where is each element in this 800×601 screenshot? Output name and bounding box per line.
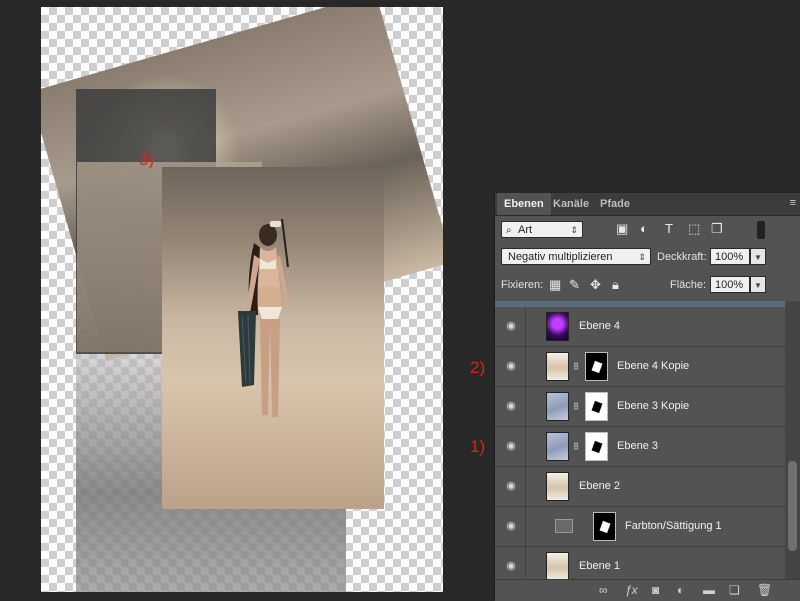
eye-column-divider xyxy=(525,547,526,579)
layers-list[interactable]: ◉ Ebene 4 ◉ ∞ Ebene 4 Kopie ◉ ∞ Ebene 3 Kopie ◉ ∞… xyxy=(495,301,785,579)
eye-icon[interactable]: ◉ xyxy=(503,319,519,333)
layer-name[interactable]: Ebene 4 Kopie xyxy=(617,360,689,372)
lock-label: Fixieren: xyxy=(501,279,544,291)
fill-chevron-down-icon[interactable]: ▼ xyxy=(750,276,766,293)
layer-thumbnail[interactable] xyxy=(546,392,569,421)
lock-transparency-icon[interactable]: ▦ xyxy=(549,277,561,293)
canvas-area[interactable]: 3) 2) 1) xyxy=(0,0,490,600)
layers-panel: Ebenen Kanäle Pfade ≡ ⌕ Art ⇕ ▣ ◐ T ⬚ ❐ … xyxy=(494,193,800,601)
smartobject-filter-icon[interactable]: ❐ xyxy=(711,221,723,237)
opacity-label: Deckkraft: xyxy=(657,251,707,263)
new-adjustment-icon[interactable]: ◐ xyxy=(677,583,684,597)
layer-name[interactable]: Ebene 1 xyxy=(579,560,620,572)
fill-field[interactable]: 100% xyxy=(710,276,750,293)
layer-mask-thumbnail[interactable] xyxy=(585,432,608,461)
fx-icon[interactable]: ƒx xyxy=(625,583,638,597)
link-chain-icon[interactable]: ∞ xyxy=(570,442,582,450)
annotation-3: 3) xyxy=(139,150,155,169)
adjustment-filter-icon[interactable]: ◐ xyxy=(640,221,648,236)
link-chain-icon[interactable]: ∞ xyxy=(570,362,582,370)
eye-column-divider xyxy=(525,467,526,506)
eye-icon[interactable]: ◉ xyxy=(503,359,519,373)
opacity-field[interactable]: 100% xyxy=(710,248,750,265)
layer-name[interactable]: Ebene 4 xyxy=(579,320,620,332)
layer-mask-thumbnail[interactable] xyxy=(585,392,608,421)
eye-icon[interactable]: ◉ xyxy=(503,519,519,533)
layer-row[interactable]: ◉ ∞ Ebene 4 Kopie xyxy=(495,347,785,387)
layers-bottom-bar: ∞ ƒx ◙ ◐ ▬ ❏ 🗑︎ xyxy=(495,579,800,601)
layer-row[interactable]: ◉ Ebene 1 xyxy=(495,547,785,579)
woman-figure xyxy=(238,218,290,417)
shape-filter-icon[interactable]: ⬚ xyxy=(688,221,700,237)
panel-tabs: Ebenen Kanäle Pfade ≡ xyxy=(495,193,800,216)
chevron-updown-icon: ⇕ xyxy=(570,225,578,235)
blend-mode-select[interactable]: Negativ multiplizieren ⇕ xyxy=(501,248,651,265)
filter-kind-select[interactable]: ⌕ Art ⇕ xyxy=(501,221,583,238)
layer-thumbnail[interactable] xyxy=(546,432,569,461)
layer-thumbnail[interactable] xyxy=(546,312,569,341)
layer-row[interactable]: ◉ Ebene 2 xyxy=(495,467,785,507)
link-layers-icon[interactable]: ∞ xyxy=(599,583,608,597)
layer-mask-thumbnail[interactable] xyxy=(585,352,608,381)
mask-shape xyxy=(591,440,603,454)
layer-row[interactable]: ◉ Farbton/Sättigung 1 xyxy=(495,507,785,547)
eye-column-divider xyxy=(525,507,526,546)
layer-row[interactable]: ◉ ∞ Ebene 3 xyxy=(495,427,785,467)
annotation-1: 1) xyxy=(470,437,486,456)
layer-row[interactable]: ◉ ∞ Ebene 3 Kopie xyxy=(495,387,785,427)
document-canvas[interactable] xyxy=(41,7,443,592)
new-group-icon[interactable]: ▬ xyxy=(703,583,715,597)
layers-scrollbar[interactable] xyxy=(785,301,800,579)
lock-move-icon[interactable]: ✥ xyxy=(590,277,601,293)
tab-pfade[interactable]: Pfade xyxy=(593,193,637,215)
blend-mode-value: Negativ multiplizieren xyxy=(508,251,613,263)
tab-ebenen[interactable]: Ebenen xyxy=(497,193,551,215)
filter-kind-value: Art xyxy=(518,224,533,236)
layer-name[interactable]: Ebene 3 xyxy=(617,440,658,452)
lock-all-icon[interactable]: 🔒︎ xyxy=(612,277,619,293)
panel-menu-icon[interactable]: ≡ xyxy=(790,197,796,209)
mask-shape xyxy=(591,360,603,374)
layer-name[interactable]: Ebene 3 Kopie xyxy=(617,400,689,412)
eye-icon[interactable]: ◉ xyxy=(503,479,519,493)
eye-icon[interactable]: ◉ xyxy=(503,439,519,453)
eye-column-divider xyxy=(525,307,526,346)
eye-column-divider xyxy=(525,347,526,386)
filter-row: ⌕ Art ⇕ ▣ ◐ T ⬚ ❐ xyxy=(495,219,800,241)
eye-column-divider xyxy=(525,387,526,426)
eye-icon[interactable]: ◉ xyxy=(503,399,519,413)
eye-icon[interactable]: ◉ xyxy=(503,559,519,573)
layer-thumbnail[interactable] xyxy=(546,552,569,579)
layer-name[interactable]: Farbton/Sättigung 1 xyxy=(625,520,722,532)
lock-brush-icon[interactable]: ✎ xyxy=(569,277,580,293)
pixel-filter-icon[interactable]: ▣ xyxy=(616,221,628,237)
search-icon: ⌕ xyxy=(506,225,512,236)
layer-thumbnail[interactable] xyxy=(546,352,569,381)
layer-name[interactable]: Ebene 2 xyxy=(579,480,620,492)
mask-shape xyxy=(599,520,611,534)
lock-row: Fixieren: ▦ ✎ ✥ 🔒︎ Fläche: 100% ▼ xyxy=(495,275,800,297)
mask-shape xyxy=(591,400,603,414)
trash-icon[interactable]: 🗑︎ xyxy=(757,583,772,597)
opacity-chevron-down-icon[interactable]: ▼ xyxy=(750,248,766,265)
fill-label: Fläche: xyxy=(670,279,707,291)
add-mask-icon[interactable]: ◙ xyxy=(652,583,659,597)
new-layer-icon[interactable]: ❏ xyxy=(729,583,740,597)
link-chain-icon[interactable]: ∞ xyxy=(570,402,582,410)
adjustment-icon[interactable] xyxy=(555,519,573,533)
layers-scroll-thumb[interactable] xyxy=(788,461,797,551)
layer-beach-photo xyxy=(162,167,384,509)
filter-toggle[interactable] xyxy=(757,221,765,239)
layer-thumbnail[interactable] xyxy=(546,472,569,501)
annotation-2: 2) xyxy=(470,358,486,377)
layer-row[interactable]: ◉ Ebene 4 xyxy=(495,307,785,347)
chevron-updown-icon: ⇕ xyxy=(638,252,646,262)
layer-mask-thumbnail[interactable] xyxy=(593,512,616,541)
tab-kanaele[interactable]: Kanäle xyxy=(546,193,596,215)
type-filter-icon[interactable]: T xyxy=(665,221,673,236)
eye-column-divider xyxy=(525,427,526,466)
blend-row: Negativ multiplizieren ⇕ Deckkraft: 100%… xyxy=(495,246,800,268)
